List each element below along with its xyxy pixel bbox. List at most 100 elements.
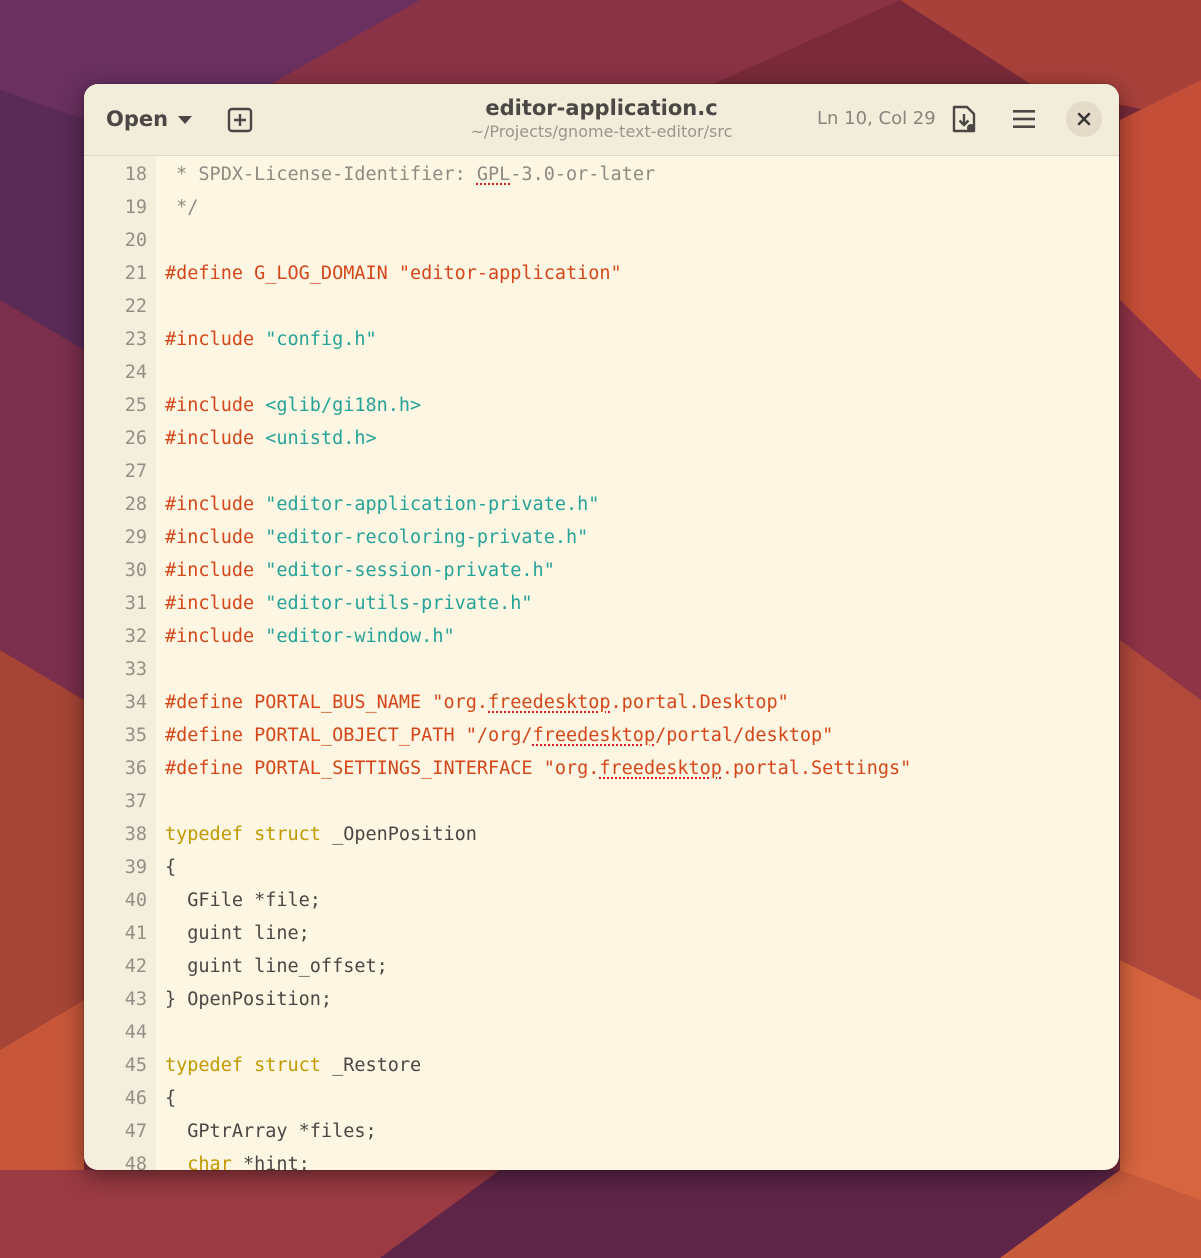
code-line: 43 } OpenPosition;: [84, 983, 1119, 1016]
line-number: 18: [124, 164, 147, 185]
open-button[interactable]: Open: [98, 101, 200, 137]
code-token: -3.0-or-later: [510, 164, 656, 185]
line-number: 30: [124, 560, 147, 581]
code-line: 22: [84, 290, 1119, 323]
code-line: 20: [84, 224, 1119, 257]
code-token: _OpenPosition: [320, 824, 477, 845]
code-token: line;: [242, 923, 310, 944]
code-text: guint line_offset;: [165, 950, 388, 983]
code-text: #include "editor-application-private.h": [165, 488, 599, 521]
new-tab-button[interactable]: [224, 104, 256, 136]
code-line: 34 #define PORTAL_BUS_NAME "org.freedeskt…: [84, 686, 1119, 719]
code-text: GPtrArray *files;: [165, 1115, 376, 1148]
code-token: #include: [165, 428, 266, 449]
document-save-icon: [952, 105, 976, 133]
code-text: */: [165, 191, 198, 224]
code-text: #include <unistd.h>: [165, 422, 377, 455]
line-number: 45: [124, 1055, 147, 1076]
code-line: 41 guint line;: [84, 917, 1119, 950]
code-token: #include: [165, 494, 266, 515]
code-text: {: [165, 1082, 176, 1115]
line-number: 48: [124, 1154, 147, 1170]
code-text: #include "config.h": [165, 323, 377, 356]
code-token: <glib/gi18n.h>: [265, 395, 422, 416]
source-view[interactable]: 18 * SPDX-License-Identifier: GPL-3.0-or…: [84, 156, 1119, 1170]
code-line: 25 #include <glib/gi18n.h>: [84, 389, 1119, 422]
code-token: "editor-application-private.h": [265, 494, 600, 515]
close-icon: [1077, 112, 1091, 126]
code-token: guint: [165, 923, 243, 944]
main-menu-button[interactable]: [1006, 101, 1042, 137]
line-number: 21: [124, 263, 147, 284]
line-number: 23: [124, 329, 147, 350]
cursor-position-indicator[interactable]: Ln 10, Col 29: [817, 108, 936, 129]
line-number: 25: [124, 395, 147, 416]
code-token: {: [165, 1088, 177, 1109]
code-line: 45 typedef struct _Restore: [84, 1049, 1119, 1082]
code-text: typedef struct _OpenPosition: [165, 818, 477, 851]
line-number: 42: [124, 956, 147, 977]
misspelled-word: freedesktop: [488, 692, 611, 713]
code-line: 37: [84, 785, 1119, 818]
code-lines: 18 * SPDX-License-Identifier: GPL-3.0-or…: [84, 158, 1119, 1170]
code-token: {: [165, 857, 177, 878]
close-window-button[interactable]: [1066, 101, 1102, 137]
line-number: 33: [124, 659, 147, 680]
document-title: editor-application.c: [485, 96, 718, 120]
code-text: GFile *file;: [165, 884, 321, 917]
code-token: #define PORTAL_SETTINGS_INTERFACE "org.: [165, 758, 600, 779]
code-text: char *hint;: [165, 1148, 310, 1170]
window-title-area: editor-application.c ~/Projects/gnome-te…: [384, 94, 819, 142]
code-line: 39 {: [84, 851, 1119, 884]
line-number: 29: [124, 527, 147, 548]
pan-down-icon: [178, 116, 193, 124]
line-number: 43: [124, 989, 147, 1010]
save-button[interactable]: [946, 101, 982, 137]
hamburger-menu-icon: [1013, 110, 1035, 128]
code-text: #define PORTAL_SETTINGS_INTERFACE "org.f…: [165, 752, 911, 785]
line-number: 36: [124, 758, 147, 779]
line-number: 46: [124, 1088, 147, 1109]
code-text: #include "editor-window.h": [165, 620, 455, 653]
code-token: guint: [165, 956, 243, 977]
open-button-label: Open: [106, 107, 169, 131]
code-token: #define PORTAL_OBJECT_PATH "/org/: [165, 725, 533, 746]
code-token: "editor-utils-private.h": [265, 593, 533, 614]
line-number: 40: [124, 890, 147, 911]
code-token: * SPDX-License-Identifier:: [165, 164, 477, 185]
code-text: #include "editor-utils-private.h": [165, 587, 533, 620]
code-text: } OpenPosition;: [165, 983, 332, 1016]
code-line: 27: [84, 455, 1119, 488]
code-token: */: [165, 197, 199, 218]
code-text: {: [165, 851, 176, 884]
code-token: #include: [165, 395, 266, 416]
code-token: "editor-session-private.h": [265, 560, 555, 581]
code-line: 28 #include "editor-application-private.h…: [84, 488, 1119, 521]
code-line: 30 #include "editor-session-private.h": [84, 554, 1119, 587]
code-token: *file;: [242, 890, 321, 911]
line-number: 34: [124, 692, 147, 713]
code-line: 29 #include "editor-recoloring-private.h": [84, 521, 1119, 554]
code-token: GFile: [165, 890, 243, 911]
code-token: typedef struct: [165, 1055, 321, 1076]
line-number: 20: [124, 230, 147, 251]
code-line: 18 * SPDX-License-Identifier: GPL-3.0-or…: [84, 158, 1119, 191]
code-token: /portal/desktop": [655, 725, 834, 746]
code-line: 23 #include "config.h": [84, 323, 1119, 356]
code-text: #include "editor-recoloring-private.h": [165, 521, 588, 554]
misspelled-word: GPL: [476, 164, 511, 185]
code-text: #define G_LOG_DOMAIN "editor-application…: [165, 257, 622, 290]
code-line: 33: [84, 653, 1119, 686]
code-text: #define PORTAL_BUS_NAME "org.freedesktop…: [165, 686, 789, 719]
code-text: #include <glib/gi18n.h>: [165, 389, 421, 422]
code-token: typedef struct: [165, 824, 321, 845]
line-number: 24: [124, 362, 147, 383]
line-number: 27: [124, 461, 147, 482]
code-token: "config.h": [265, 329, 377, 350]
line-number: 19: [124, 197, 147, 218]
line-number: 31: [124, 593, 147, 614]
line-number: 28: [124, 494, 147, 515]
code-line: 31 #include "editor-utils-private.h": [84, 587, 1119, 620]
code-token: "editor-window.h": [265, 626, 455, 647]
code-line: 26 #include <unistd.h>: [84, 422, 1119, 455]
